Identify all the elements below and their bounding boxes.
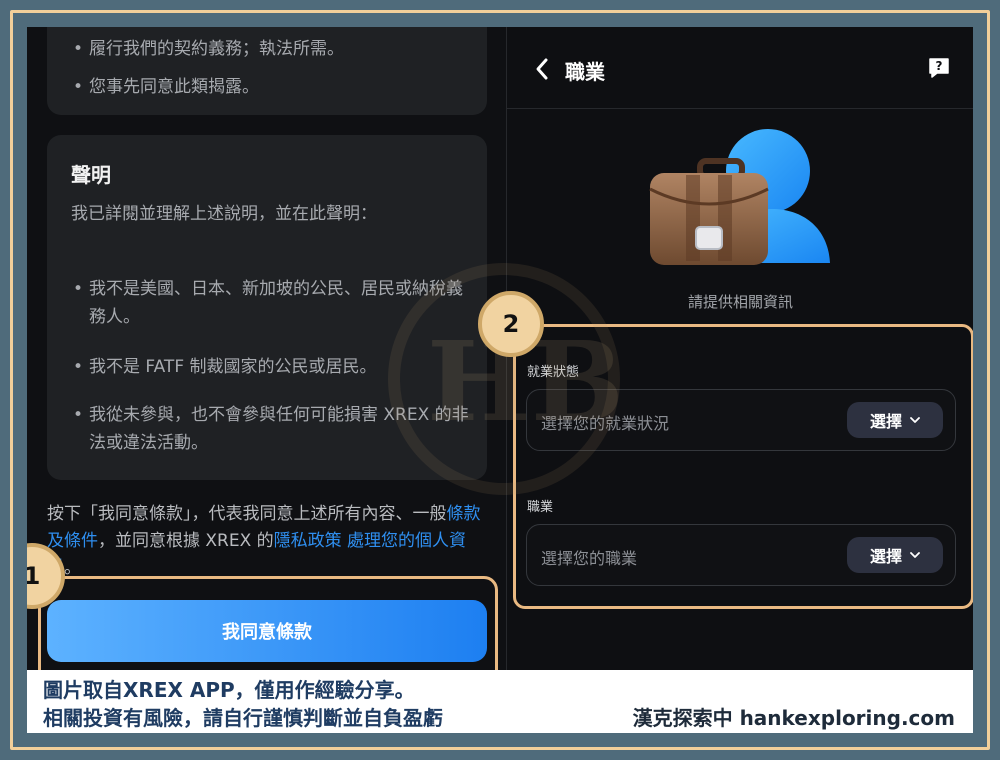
page-title: 職業	[565, 60, 605, 84]
highlight-box-agree	[38, 576, 498, 684]
briefcase-person-icon	[649, 129, 830, 265]
declaration-card: 聲明 我已詳閱並理解上述說明，並在此聲明： 我不是美國、日本、新加坡的公民、居民…	[47, 135, 487, 480]
bullet-contract: 履行我們的契約義務；執法所需。	[73, 35, 469, 63]
terms-text-part3: 。	[64, 558, 81, 578]
back-arrow-icon[interactable]	[531, 55, 553, 83]
caption-line-1: 圖片取自XREX APP，僅用作經驗分享。	[43, 678, 415, 702]
disclosure-card: 履行我們的契約義務；執法所需。 您事先同意此類揭露。	[47, 27, 487, 115]
declaration-bullet-3: 我從未參與，也不會參與任何可能損害 XREX 的非法或違法活動。	[73, 401, 469, 457]
declaration-desc: 我已詳閱並理解上述說明，並在此聲明：	[71, 204, 377, 224]
help-icon[interactable]: ?	[927, 56, 951, 80]
caption-brand: 漢克探索中 hankexploring.com	[632, 706, 955, 730]
declaration-title: 聲明	[71, 163, 111, 187]
svg-text:?: ?	[936, 59, 943, 73]
step-badge-2: 2	[478, 291, 544, 357]
caption-footer: 圖片取自XREX APP，僅用作經驗分享。 相關投資有風險，請自行謹慎判斷並自負…	[27, 670, 973, 733]
terms-text-part1: 按下「我同意條款」，代表我同意上述所有內容、一般	[47, 504, 447, 524]
bullet-consent: 您事先同意此類揭露。	[73, 73, 469, 101]
info-hint: 請提供相關資訊	[687, 293, 793, 311]
declaration-bullet-1: 我不是美國、日本、新加坡的公民、居民或納稅義務人。	[73, 275, 469, 331]
terms-text-part2: ，並同意根據 XREX 的	[98, 531, 274, 551]
caption-line-2: 相關投資有風險，請自行謹慎判斷並自負盈虧	[43, 706, 443, 730]
terms-text: 按下「我同意條款」，代表我同意上述所有內容、一般條款及條件，並同意根據 XREX…	[47, 501, 487, 582]
top-bar: 職業 ?	[507, 27, 973, 109]
declaration-bullet-2: 我不是 FATF 制裁國家的公民或居民。	[73, 353, 469, 381]
screenshot-stage: 履行我們的契約義務；執法所需。 您事先同意此類揭露。 聲明 我已詳閱並理解上述說…	[27, 27, 973, 733]
